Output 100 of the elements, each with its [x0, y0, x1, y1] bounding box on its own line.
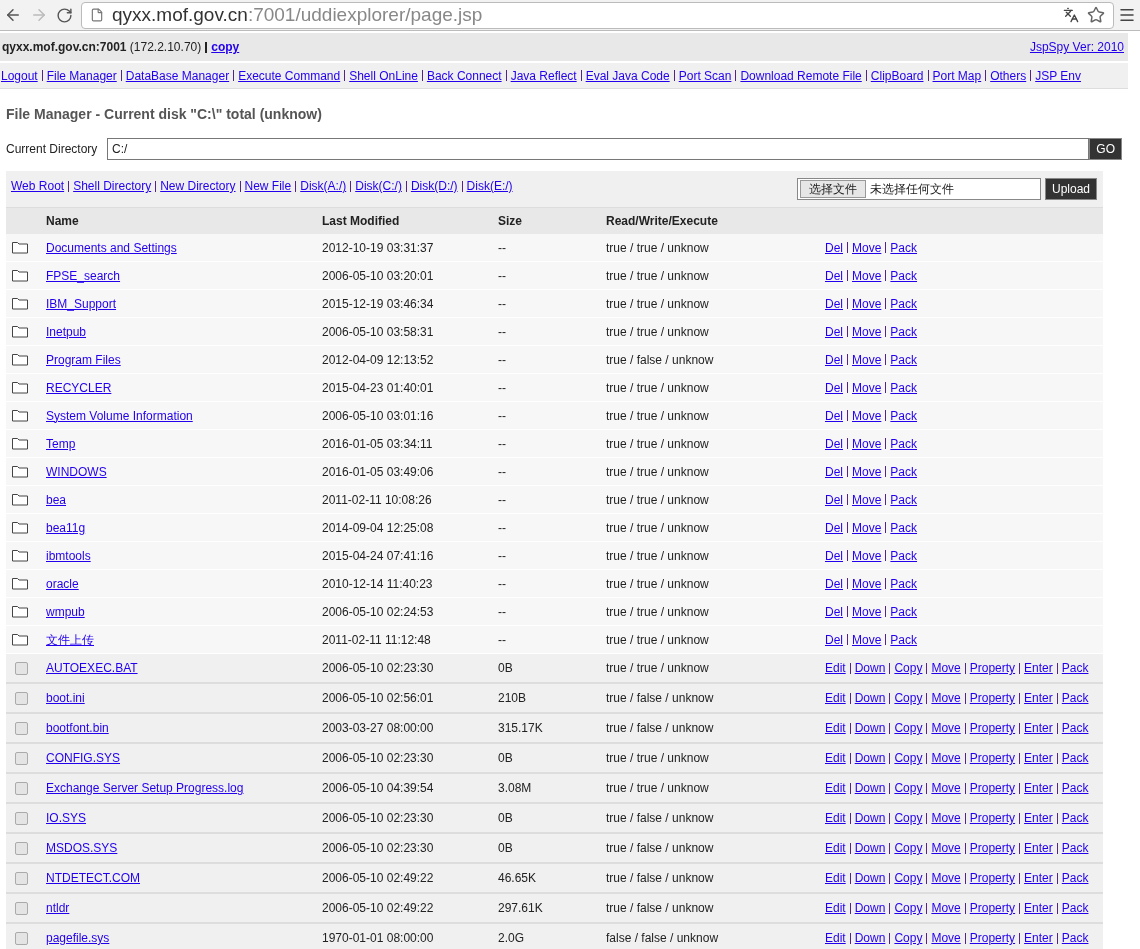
- action-link[interactable]: Del: [825, 406, 843, 425]
- action-link[interactable]: Move: [931, 719, 961, 737]
- action-link[interactable]: Move: [852, 238, 882, 257]
- row-checkbox[interactable]: [15, 871, 28, 885]
- action-link[interactable]: Enter: [1024, 749, 1053, 767]
- action-link[interactable]: Edit: [825, 869, 846, 887]
- action-link[interactable]: Del: [825, 462, 843, 481]
- toolbar-link[interactable]: Shell Directory: [73, 177, 152, 195]
- action-link[interactable]: Move: [931, 839, 961, 857]
- action-link[interactable]: Copy: [894, 779, 923, 797]
- nav-link[interactable]: Port Scan: [678, 66, 732, 85]
- action-link[interactable]: Property: [969, 779, 1016, 797]
- action-link[interactable]: Pack: [890, 490, 918, 509]
- action-link[interactable]: Edit: [825, 749, 846, 767]
- action-link[interactable]: Del: [825, 518, 843, 537]
- action-link[interactable]: Enter: [1024, 779, 1053, 797]
- action-link[interactable]: Pack: [890, 630, 918, 649]
- nav-link[interactable]: Java Reflect: [510, 66, 577, 85]
- action-link[interactable]: Property: [969, 689, 1016, 707]
- action-link[interactable]: Move: [852, 294, 882, 313]
- action-link[interactable]: Pack: [890, 406, 918, 425]
- action-link[interactable]: Pack: [1061, 779, 1089, 797]
- action-link[interactable]: Property: [969, 839, 1016, 857]
- action-link[interactable]: Edit: [825, 659, 846, 677]
- action-link[interactable]: Property: [969, 869, 1016, 887]
- action-link[interactable]: Copy: [894, 749, 923, 767]
- folder-link[interactable]: wmpub: [46, 602, 85, 621]
- action-link[interactable]: Down: [854, 779, 886, 797]
- file-link[interactable]: ntldr: [46, 899, 70, 917]
- action-link[interactable]: Down: [854, 659, 886, 677]
- action-link[interactable]: Del: [825, 546, 843, 565]
- action-link[interactable]: Move: [931, 689, 961, 707]
- action-link[interactable]: Copy: [894, 719, 923, 737]
- action-link[interactable]: Move: [852, 630, 882, 649]
- nav-link[interactable]: Back Connect: [426, 66, 502, 85]
- action-link[interactable]: Pack: [890, 266, 918, 285]
- action-link[interactable]: Move: [931, 929, 961, 947]
- action-link[interactable]: Edit: [825, 809, 846, 827]
- nav-link[interactable]: Shell OnLine: [349, 66, 418, 85]
- back-icon[interactable]: [4, 6, 22, 24]
- action-link[interactable]: Pack: [890, 462, 918, 481]
- action-link[interactable]: Down: [854, 839, 886, 857]
- action-link[interactable]: Move: [931, 869, 961, 887]
- action-link[interactable]: Copy: [894, 899, 923, 917]
- nav-link[interactable]: Execute Command: [238, 66, 341, 85]
- action-link[interactable]: Pack: [1061, 719, 1089, 737]
- file-link[interactable]: CONFIG.SYS: [46, 749, 120, 767]
- action-link[interactable]: Move: [852, 518, 882, 537]
- directory-field[interactable]: C:/: [107, 138, 1090, 160]
- row-checkbox[interactable]: [15, 811, 28, 825]
- action-link[interactable]: Pack: [890, 434, 918, 453]
- action-link[interactable]: Edit: [825, 839, 846, 857]
- action-link[interactable]: Edit: [825, 929, 846, 947]
- action-link[interactable]: Del: [825, 574, 843, 593]
- action-link[interactable]: Edit: [825, 689, 846, 707]
- folder-link[interactable]: oracle: [46, 574, 79, 593]
- action-link[interactable]: Pack: [890, 350, 918, 369]
- file-link[interactable]: bootfont.bin: [46, 719, 109, 737]
- folder-link[interactable]: Temp: [46, 434, 76, 453]
- upload-button[interactable]: Upload: [1044, 178, 1097, 200]
- folder-link[interactable]: RECYCLER: [46, 378, 112, 397]
- nav-link[interactable]: Eval Java Code: [585, 66, 670, 85]
- action-link[interactable]: Del: [825, 350, 843, 369]
- nav-link[interactable]: Others: [990, 66, 1027, 85]
- action-link[interactable]: Move: [931, 659, 961, 677]
- action-link[interactable]: Edit: [825, 719, 846, 737]
- action-link[interactable]: Copy: [894, 929, 923, 947]
- toolbar-link[interactable]: Web Root: [11, 177, 65, 195]
- action-link[interactable]: Down: [854, 929, 886, 947]
- action-link[interactable]: Down: [854, 899, 886, 917]
- row-checkbox[interactable]: [15, 661, 28, 675]
- row-checkbox[interactable]: [15, 781, 28, 795]
- file-link[interactable]: AUTOEXEC.BAT: [46, 659, 138, 677]
- action-link[interactable]: Del: [825, 378, 843, 397]
- action-link[interactable]: Pack: [1061, 929, 1089, 947]
- action-link[interactable]: Enter: [1024, 869, 1053, 887]
- nav-link[interactable]: Logout: [1, 66, 38, 85]
- nav-link[interactable]: JSP Env: [1035, 66, 1081, 85]
- go-button[interactable]: GO: [1089, 138, 1122, 160]
- folder-link[interactable]: Program Files: [46, 350, 121, 369]
- action-link[interactable]: Pack: [1061, 809, 1089, 827]
- nav-link[interactable]: File Manager: [46, 66, 117, 85]
- action-link[interactable]: Down: [854, 809, 886, 827]
- action-link[interactable]: Move: [852, 546, 882, 565]
- action-link[interactable]: Move: [852, 602, 882, 621]
- action-link[interactable]: Del: [825, 434, 843, 453]
- action-link[interactable]: Pack: [890, 322, 918, 341]
- folder-link[interactable]: bea: [46, 490, 67, 509]
- file-link[interactable]: MSDOS.SYS: [46, 839, 118, 857]
- toolbar-link[interactable]: Disk(D:/): [410, 177, 458, 195]
- row-checkbox[interactable]: [15, 901, 28, 915]
- action-link[interactable]: Move: [852, 350, 882, 369]
- row-checkbox[interactable]: [15, 691, 28, 705]
- action-link[interactable]: Pack: [890, 378, 918, 397]
- action-link[interactable]: Pack: [1061, 659, 1089, 677]
- action-link[interactable]: Enter: [1024, 839, 1053, 857]
- copy-link[interactable]: copy: [211, 38, 240, 56]
- action-link[interactable]: Move: [931, 779, 961, 797]
- action-link[interactable]: Copy: [894, 809, 923, 827]
- action-link[interactable]: Copy: [894, 839, 923, 857]
